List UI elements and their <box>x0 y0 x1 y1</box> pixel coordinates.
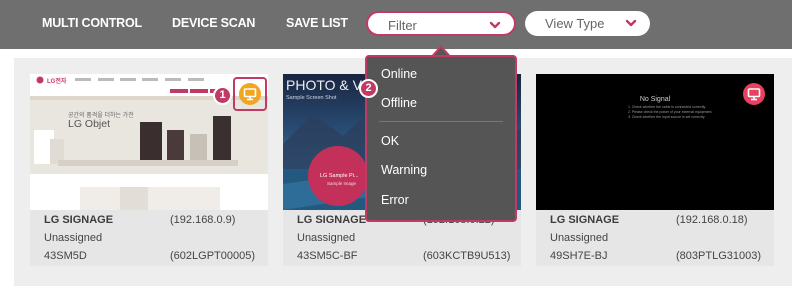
callout-number-1: 1 <box>213 86 232 105</box>
save-list-button[interactable]: SAVE LIST <box>286 16 348 30</box>
filter-menu: Online Offline OK Warning Error <box>365 55 517 222</box>
device-card[interactable]: No Signal 1. Check whether the cable is … <box>536 74 774 266</box>
multi-control-button[interactable]: MULTI CONTROL <box>42 16 142 30</box>
device-info: LG SIGNAGE (192.168.0.9) Unassigned 43SM… <box>30 210 268 266</box>
device-serial: (602LGPT00005) <box>170 250 255 262</box>
no-signal-line: 1. Check whether the cable is connected … <box>628 105 706 109</box>
callout-number-2: 2 <box>359 79 378 98</box>
view-type-dropdown[interactable]: View Type <box>525 11 650 36</box>
device-info: LG SIGNAGE (192.168.0.18) Unassigned 49S… <box>536 210 774 266</box>
device-group: Unassigned <box>297 232 356 244</box>
device-serial: (603KCTB9U513) <box>423 250 511 262</box>
device-model: 43SM5D <box>44 250 87 262</box>
device-name: LG SIGNAGE <box>297 214 367 226</box>
device-group: Unassigned <box>44 232 103 244</box>
no-signal-line: 3. Check whether the input source is set… <box>628 115 706 119</box>
device-serial: (803PTLG31003) <box>676 250 761 262</box>
thumb-brand-text: LG전자 <box>47 79 67 85</box>
top-toolbar: MULTI CONTROL DEVICE SCAN SAVE LIST Filt… <box>0 0 792 49</box>
monitor-icon <box>243 88 257 101</box>
menu-divider <box>379 121 503 122</box>
device-ip: (192.168.0.9) <box>170 214 236 226</box>
no-signal-title: No Signal <box>639 96 671 103</box>
filter-option-offline[interactable]: Offline <box>381 96 417 110</box>
chevron-down-icon <box>489 21 501 29</box>
thumb-headline: LG Objet <box>68 118 111 130</box>
filter-option-warning[interactable]: Warning <box>381 163 427 177</box>
filter-option-ok[interactable]: OK <box>381 134 399 148</box>
filter-option-error[interactable]: Error <box>381 193 409 207</box>
monitor-icon <box>747 88 761 101</box>
thumb-circle-text: LG Sample Pi... <box>320 173 359 179</box>
filter-dropdown[interactable]: Filter <box>366 11 516 36</box>
chevron-down-icon <box>625 19 637 27</box>
device-model: 43SM5C-BF <box>297 250 358 262</box>
monitor-status-icon[interactable] <box>743 83 765 105</box>
device-ip: (192.168.0.18) <box>676 214 748 226</box>
device-name: LG SIGNAGE <box>44 214 114 226</box>
filter-option-online[interactable]: Online <box>381 67 417 81</box>
no-signal-line: 2. Please check the power of your extern… <box>628 110 713 114</box>
thumb-subtitle: Sample Screen Shot <box>286 95 337 101</box>
monitor-status-icon[interactable] <box>239 83 261 105</box>
thumb-circle-subtext: Sample Image <box>327 181 357 186</box>
device-name: LG SIGNAGE <box>550 214 620 226</box>
view-type-dropdown-label: View Type <box>545 16 605 31</box>
filter-dropdown-label: Filter <box>388 18 417 33</box>
device-screen-thumbnail[interactable]: No Signal 1. Check whether the cable is … <box>536 74 774 210</box>
device-model: 49SH7E-BJ <box>550 250 608 262</box>
device-scan-button[interactable]: DEVICE SCAN <box>172 16 255 30</box>
device-group: Unassigned <box>550 232 609 244</box>
